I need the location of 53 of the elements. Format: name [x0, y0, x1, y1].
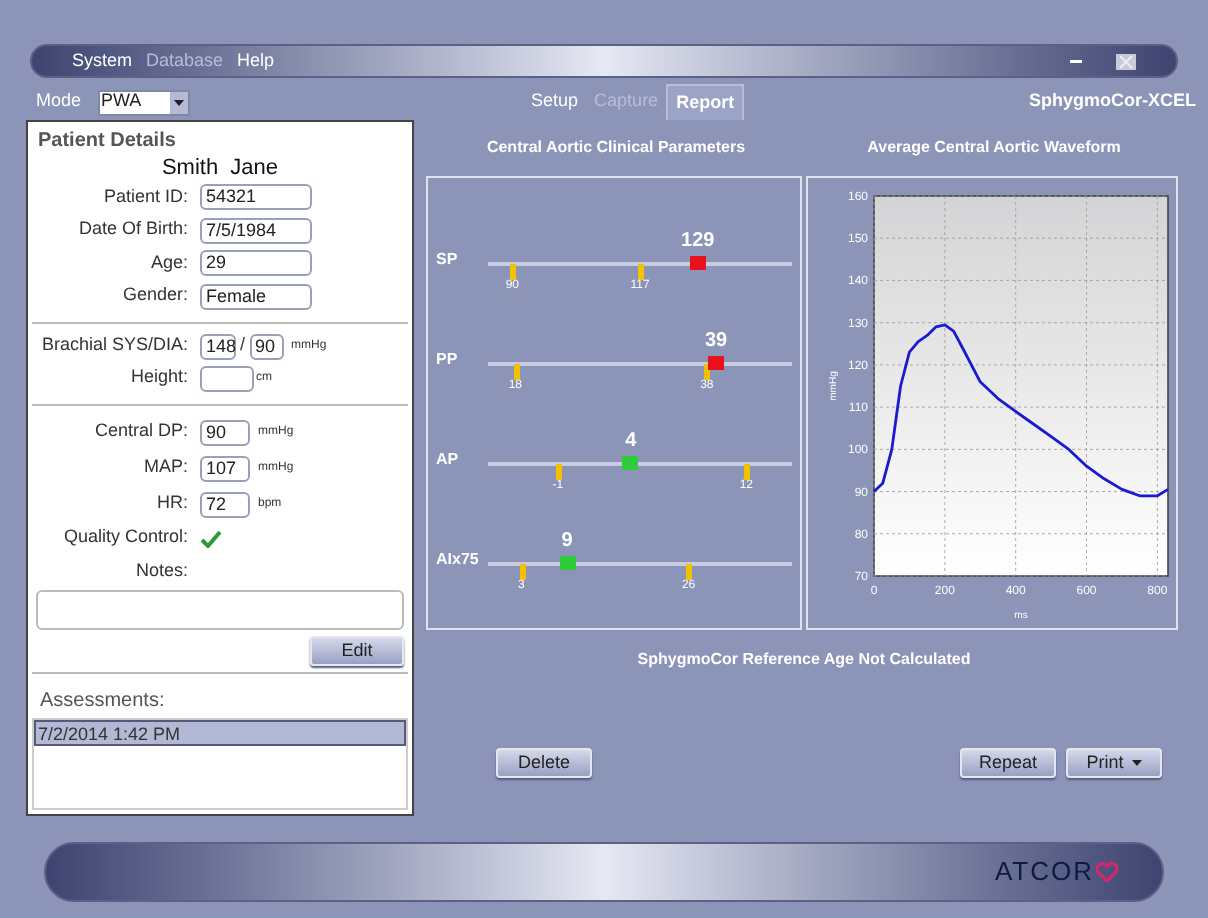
- parameter-value: 9: [561, 530, 573, 552]
- parameter-label: SP: [434, 248, 460, 272]
- field-label: Gender:: [120, 282, 190, 309]
- minimize-icon[interactable]: [1070, 59, 1082, 63]
- section-title: Average Central Aortic Waveform: [865, 136, 1123, 160]
- assessment-item[interactable]: 7/2/2014 1:42 PM: [34, 720, 406, 746]
- field-label: Age:: [148, 249, 190, 276]
- field-label: Date Of Birth:: [76, 216, 190, 243]
- menu-item[interactable]: Help: [237, 47, 275, 75]
- assessments-title: Assessments:: [38, 688, 167, 716]
- parameter-label: PP: [434, 348, 460, 372]
- caret-icon: [1131, 760, 1142, 766]
- parameter-value: 4: [625, 430, 637, 452]
- input-field[interactable]: Female: [200, 283, 312, 309]
- field-label: Brachial SYS/DIA:: [39, 332, 190, 359]
- repeat-button[interactable]: Repeat: [960, 748, 1056, 778]
- logo-text: ATCOR: [994, 854, 1094, 891]
- field-label: Central DP:: [92, 418, 190, 445]
- field-label: Quality Control:: [61, 524, 190, 551]
- patient-name: Smith Jane: [161, 156, 279, 180]
- parameter-value: 129: [681, 230, 715, 252]
- close-icon[interactable]: [1116, 53, 1136, 69]
- input-field[interactable]: 54321: [200, 184, 312, 210]
- panel-title: Patient Details: [36, 128, 178, 156]
- product-name: SphygmoCor-XCEL: [1028, 88, 1196, 115]
- input-field[interactable]: 90: [249, 333, 284, 359]
- section-title: Central Aortic Clinical Parameters: [484, 136, 748, 160]
- reference-note: SphygmoCor Reference Age Not Calculated: [637, 648, 971, 672]
- caret-icon: [173, 99, 184, 105]
- field-label: MAP:: [141, 454, 190, 481]
- edit-button[interactable]: Edit: [310, 636, 404, 666]
- input-field[interactable]: 72: [200, 491, 250, 517]
- input-field[interactable]: 107: [200, 455, 250, 481]
- notes-field[interactable]: [36, 590, 404, 630]
- input-field[interactable]: 29: [200, 250, 312, 276]
- print-button[interactable]: Print: [1066, 748, 1162, 778]
- input-field[interactable]: 90: [200, 419, 250, 445]
- delete-button[interactable]: Delete: [496, 748, 592, 778]
- parameter-label: AP: [434, 448, 461, 472]
- input-field[interactable]: 7/5/1984: [200, 217, 312, 243]
- input-field[interactable]: [200, 365, 254, 391]
- field-label: Notes:: [133, 557, 190, 583]
- input-field[interactable]: 148: [200, 333, 236, 359]
- parameter-label: AIx75: [434, 548, 481, 572]
- separator: /: [238, 332, 248, 359]
- parameter-value: 39: [704, 330, 728, 352]
- mode-dropdown[interactable]: PWA: [97, 89, 190, 115]
- field-label: Patient ID:: [101, 183, 190, 210]
- mode-label: Mode: [36, 88, 82, 115]
- menu-item[interactable]: System: [72, 47, 133, 75]
- field-label: HR:: [155, 490, 190, 517]
- field-label: Height:: [128, 364, 190, 391]
- heart-icon: [1096, 862, 1118, 882]
